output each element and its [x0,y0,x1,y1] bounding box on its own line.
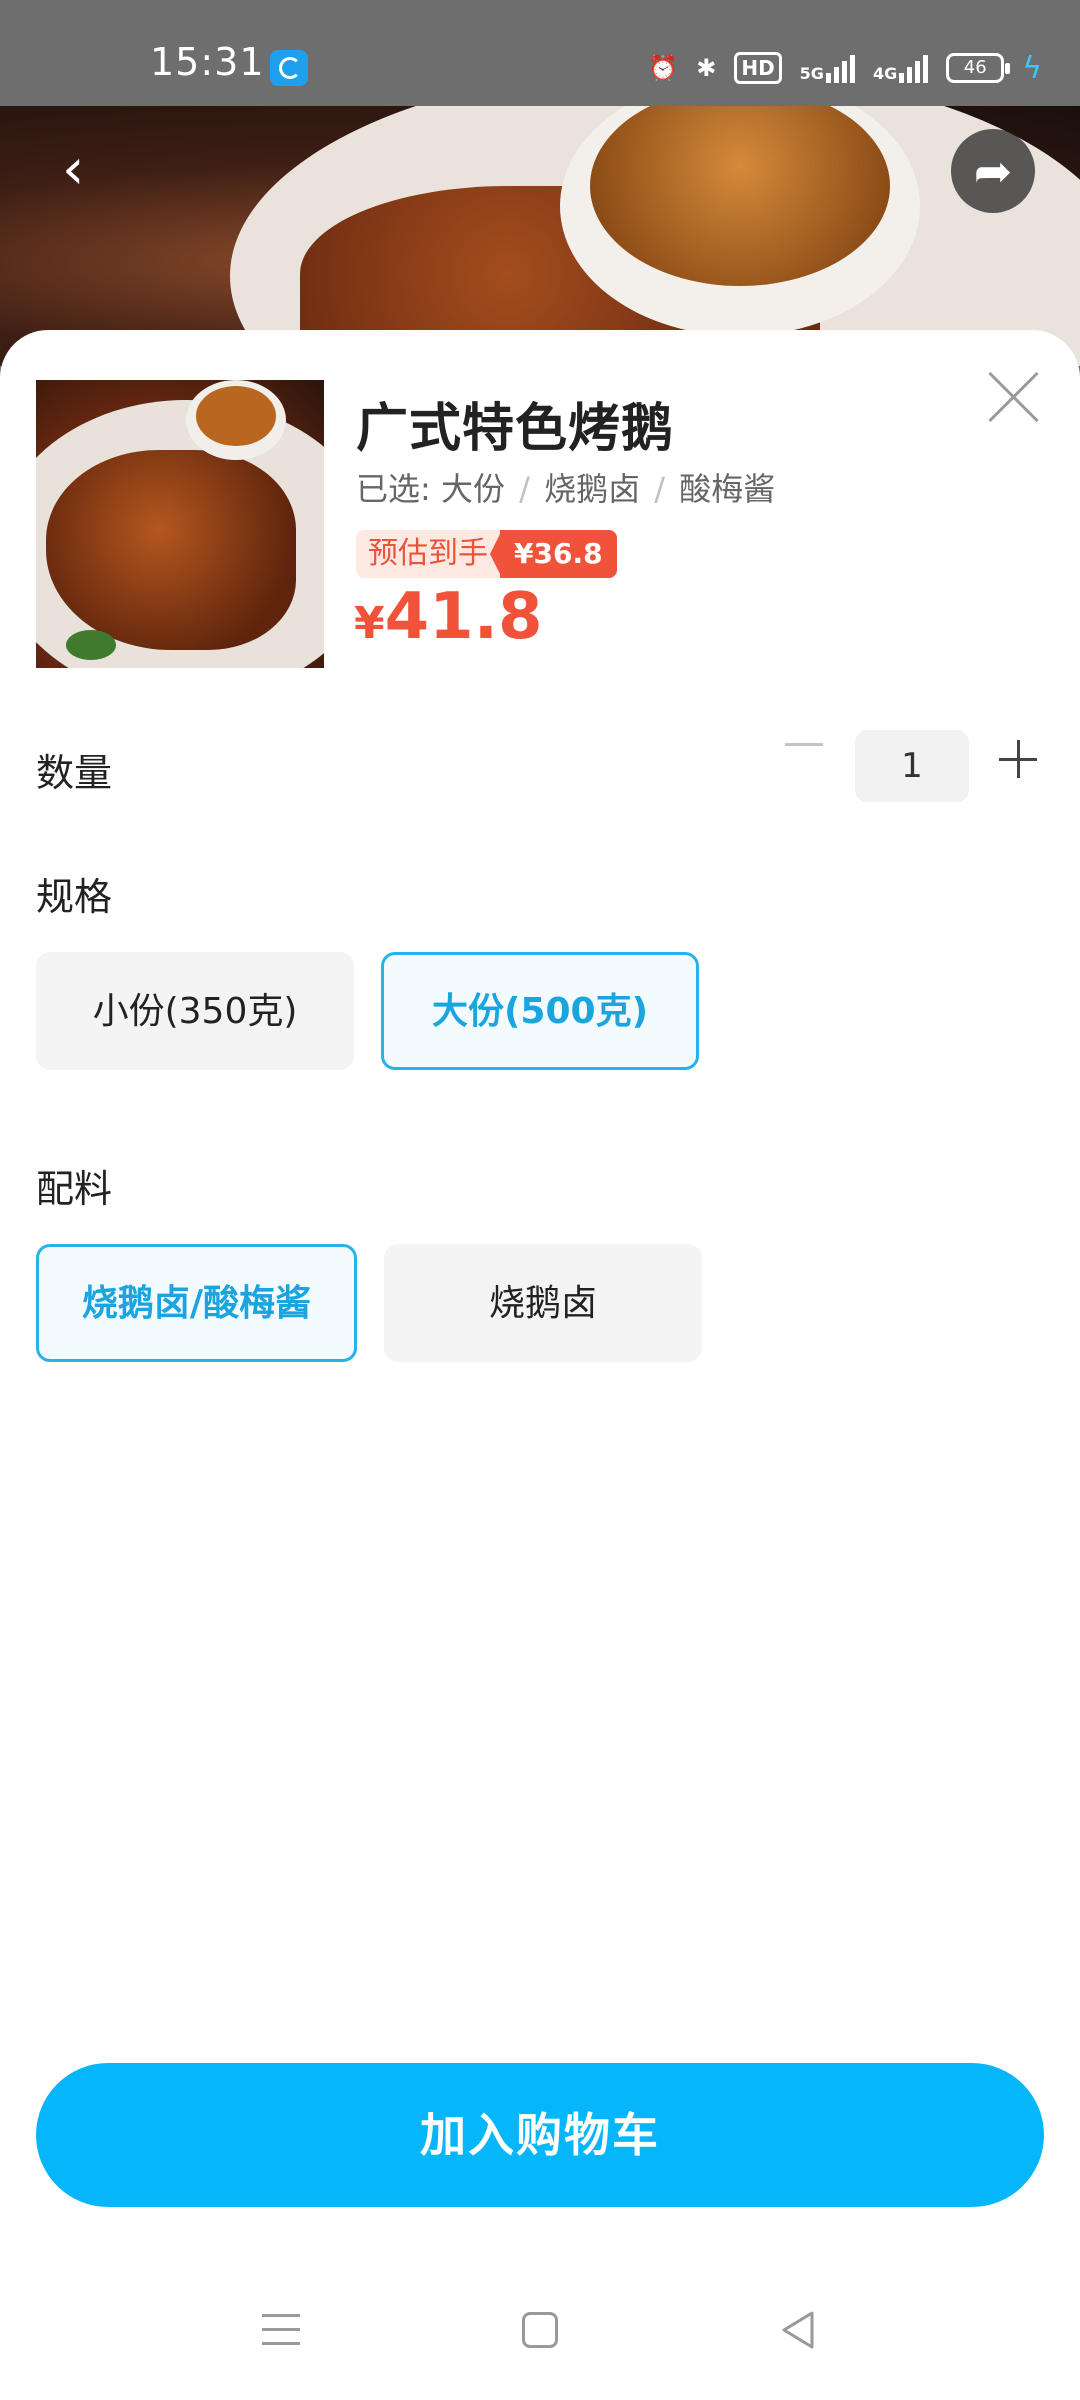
estimated-price-badge: 预估到手 ¥36.8 [356,530,617,578]
system-nav-bar [0,2260,1080,2400]
net-4g-label: 4G [872,64,898,83]
topping-option-goose-sauce[interactable]: 烧鹅卤 [384,1244,702,1362]
selected-summary: 已选: 大份 / 烧鹅卤 / 酸梅酱 [356,470,776,508]
product-price: ¥41.8 [354,580,543,654]
app-notification-icon [270,50,308,86]
promo-price: ¥36.8 [490,530,617,578]
menu-icon[interactable] [262,2312,302,2348]
quantity-label: 数量 [36,751,113,795]
close-icon[interactable] [986,369,1042,425]
product-title: 广式特色烤鹅 [356,399,675,459]
status-time: 15:31 [150,40,265,84]
status-bar: 15:31 ⏰ ✱ HD 5G 4G 46 ϟ [0,0,1080,106]
back-icon[interactable]: ‹ [62,140,112,200]
quantity-value[interactable]: 1 [855,730,969,802]
alarm-icon: ⏰ [648,54,679,82]
status-icons: ⏰ ✱ HD 5G 4G 46 ϟ [648,48,1042,88]
home-icon[interactable] [522,2312,558,2348]
bluetooth-icon: ✱ [696,54,717,82]
add-to-cart-button[interactable]: 加入购物车 [36,2063,1044,2207]
price-currency: ¥ [354,598,385,649]
quantity-increase-button[interactable] [999,740,1037,778]
spec-option-large[interactable]: 大份(500克) [381,952,699,1070]
quantity-decrease-button[interactable] [785,724,825,764]
signal-4g-icon: 4G [872,53,929,83]
selected-topping-1: 烧鹅卤 [544,470,641,508]
price-value: 41.8 [384,580,543,654]
net-5g-label: 5G [799,64,824,83]
selected-prefix: 已选: [356,470,431,508]
spec-option-small[interactable]: 小份(350克) [36,952,354,1070]
signal-5g-icon: 5G [800,53,855,83]
share-icon[interactable]: ➦ [951,129,1035,213]
hd-icon: HD [734,52,782,84]
spec-label: 规格 [36,875,113,919]
battery-icon: 46 [946,53,1011,83]
promo-label: 预估到手 [356,530,500,578]
back-triangle-icon[interactable] [780,2310,816,2350]
product-hero-image [0,106,1080,366]
topping-option-both[interactable]: 烧鹅卤/酸梅酱 [36,1244,357,1362]
topping-label: 配料 [36,1167,113,1211]
charging-icon: ϟ [1022,50,1042,86]
selected-size: 大份 [440,470,505,508]
product-thumbnail [36,380,324,668]
selected-topping-2: 酸梅酱 [679,470,776,508]
sku-sheet: 广式特色烤鹅 已选: 大份 / 烧鹅卤 / 酸梅酱 预估到手 ¥36.8 ¥41… [0,330,1080,2400]
